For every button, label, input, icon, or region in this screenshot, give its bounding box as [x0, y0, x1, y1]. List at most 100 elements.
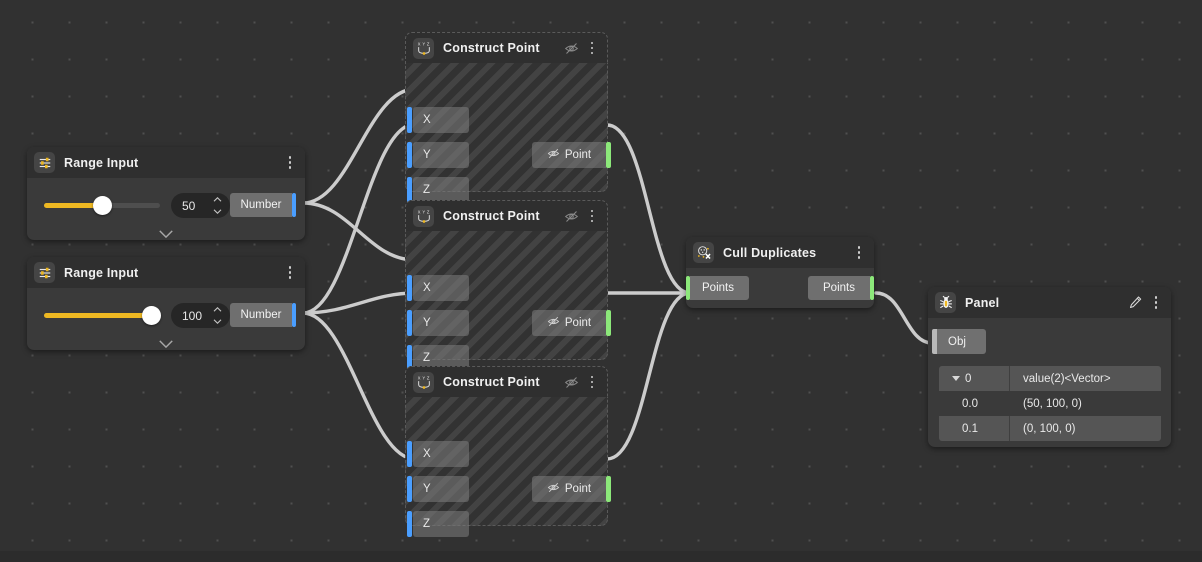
kebab-menu-icon[interactable] [585, 207, 599, 225]
output-port-label: Point [565, 483, 591, 495]
input-port-stub-x[interactable] [407, 107, 412, 133]
output-port-point[interactable]: Point [532, 142, 606, 168]
table-row[interactable]: 0 value(2)<Vector> [939, 366, 1161, 391]
eye-hidden-icon[interactable] [564, 209, 579, 224]
node-range-input-2[interactable]: Range Input 100 Number [27, 257, 305, 350]
chevron-down-icon[interactable] [158, 336, 174, 346]
input-port-obj[interactable]: Obj [937, 329, 986, 354]
kebab-menu-icon[interactable] [283, 264, 297, 282]
output-port-stub[interactable] [606, 310, 611, 336]
eye-hidden-icon[interactable] [564, 41, 579, 56]
table-cell-value: (0, 100, 0) [1010, 416, 1161, 441]
output-port-point[interactable]: Point [532, 310, 606, 336]
value-text: 100 [182, 309, 202, 323]
node-range-input-1[interactable]: Range Input 50 Number [27, 147, 305, 240]
node-construct-point-3[interactable]: X Y Z Construct Point [405, 366, 608, 526]
node-body: Points Points [686, 268, 874, 308]
output-port-point[interactable]: Point [532, 476, 606, 502]
node-construct-point-1[interactable]: X Y Z Construct Point [405, 32, 608, 192]
node-editor-canvas[interactable]: Range Input 50 Number [0, 0, 1202, 562]
input-port-y[interactable]: Y [413, 310, 469, 336]
svg-text:Z: Z [426, 41, 429, 46]
stepper-icon[interactable] [212, 306, 223, 325]
input-port-x[interactable]: X [413, 275, 469, 301]
kebab-menu-icon[interactable] [585, 373, 599, 391]
range-slider[interactable] [44, 196, 160, 216]
kebab-menu-icon[interactable] [1149, 294, 1163, 312]
input-port-z[interactable]: Z [413, 511, 469, 537]
pencil-icon[interactable] [1128, 295, 1143, 310]
input-port-label: Y [423, 483, 431, 495]
output-port-stub[interactable] [292, 303, 296, 327]
output-port-points[interactable]: Points [808, 276, 870, 300]
input-port-stub-x[interactable] [407, 441, 412, 467]
slider-knob[interactable] [142, 306, 161, 325]
output-port-stub[interactable] [606, 476, 611, 502]
node-construct-point-2[interactable]: X Y Z Construct Point [405, 200, 608, 360]
kebab-menu-icon[interactable] [585, 39, 599, 57]
table-cell-key: 0 [939, 366, 1010, 391]
node-header[interactable]: X Y Z Construct Point [405, 32, 608, 63]
value-text: 50 [182, 199, 195, 213]
input-port-stub-y[interactable] [407, 476, 412, 502]
node-title: Cull Duplicates [723, 246, 816, 260]
node-header[interactable]: Range Input [27, 147, 305, 178]
table-key-text: 0 [965, 373, 971, 385]
node-header[interactable]: X Y Z Construct Point [405, 366, 608, 397]
xyz-point-icon: X Y Z [413, 38, 434, 59]
node-panel[interactable]: Panel Obj 0 [928, 287, 1171, 447]
table-cell-key: 0.0 [939, 391, 1010, 416]
input-port-stub-x[interactable] [407, 275, 412, 301]
svg-text:X: X [417, 209, 420, 214]
eye-hidden-icon[interactable] [564, 375, 579, 390]
input-port-label: X [423, 114, 431, 126]
table-cell-value: (50, 100, 0) [1010, 391, 1161, 416]
output-port-stub[interactable] [870, 276, 874, 300]
node-cull-duplicates[interactable]: Cull Duplicates Points Points [686, 237, 874, 308]
node-body: X Y Z Point [405, 231, 608, 360]
svg-text:X: X [417, 41, 420, 46]
input-port-x[interactable]: X [413, 107, 469, 133]
chevron-down-icon[interactable] [158, 226, 174, 236]
table-row[interactable]: 0.0 (50, 100, 0) [939, 391, 1161, 416]
xyz-point-icon: X Y Z [413, 206, 434, 227]
svg-text:Y: Y [422, 209, 425, 214]
input-port-x[interactable]: X [413, 441, 469, 467]
range-slider[interactable] [44, 306, 160, 326]
slider-knob[interactable] [93, 196, 112, 215]
output-port-stub[interactable] [606, 142, 611, 168]
chevron-down-icon[interactable] [952, 376, 960, 381]
input-port-stub-y[interactable] [407, 310, 412, 336]
eye-hidden-icon [547, 315, 560, 331]
output-port-number[interactable]: Number [230, 303, 292, 327]
value-field[interactable]: 50 [171, 193, 230, 218]
output-port-label: Point [565, 317, 591, 329]
input-port-points[interactable]: Points [690, 276, 749, 300]
input-port-label: X [423, 282, 431, 294]
bug-icon [935, 292, 956, 313]
input-port-stub-z[interactable] [407, 511, 412, 537]
input-port-stub-y[interactable] [407, 142, 412, 168]
node-header[interactable]: X Y Z Construct Point [405, 200, 608, 231]
input-port-y[interactable]: Y [413, 476, 469, 502]
input-port-label: X [423, 448, 431, 460]
output-port-number[interactable]: Number [230, 193, 292, 217]
node-title: Construct Point [443, 209, 540, 223]
node-body: 50 Number [27, 178, 305, 240]
node-title: Range Input [64, 266, 138, 280]
kebab-menu-icon[interactable] [852, 244, 866, 262]
output-port-label: Number [241, 199, 282, 211]
node-body: X Y Z Point [405, 397, 608, 526]
stepper-icon[interactable] [212, 196, 223, 215]
panel-value-table: 0 value(2)<Vector> 0.0 (50, 100, 0) 0.1 … [939, 366, 1161, 441]
value-field[interactable]: 100 [171, 303, 230, 328]
output-port-stub[interactable] [292, 193, 296, 217]
input-port-label: Y [423, 149, 431, 161]
table-row[interactable]: 0.1 (0, 100, 0) [939, 416, 1161, 441]
node-header[interactable]: Cull Duplicates [686, 237, 874, 268]
input-port-label: Z [423, 352, 430, 364]
node-header[interactable]: Panel [928, 287, 1171, 318]
node-header[interactable]: Range Input [27, 257, 305, 288]
input-port-y[interactable]: Y [413, 142, 469, 168]
kebab-menu-icon[interactable] [283, 154, 297, 172]
